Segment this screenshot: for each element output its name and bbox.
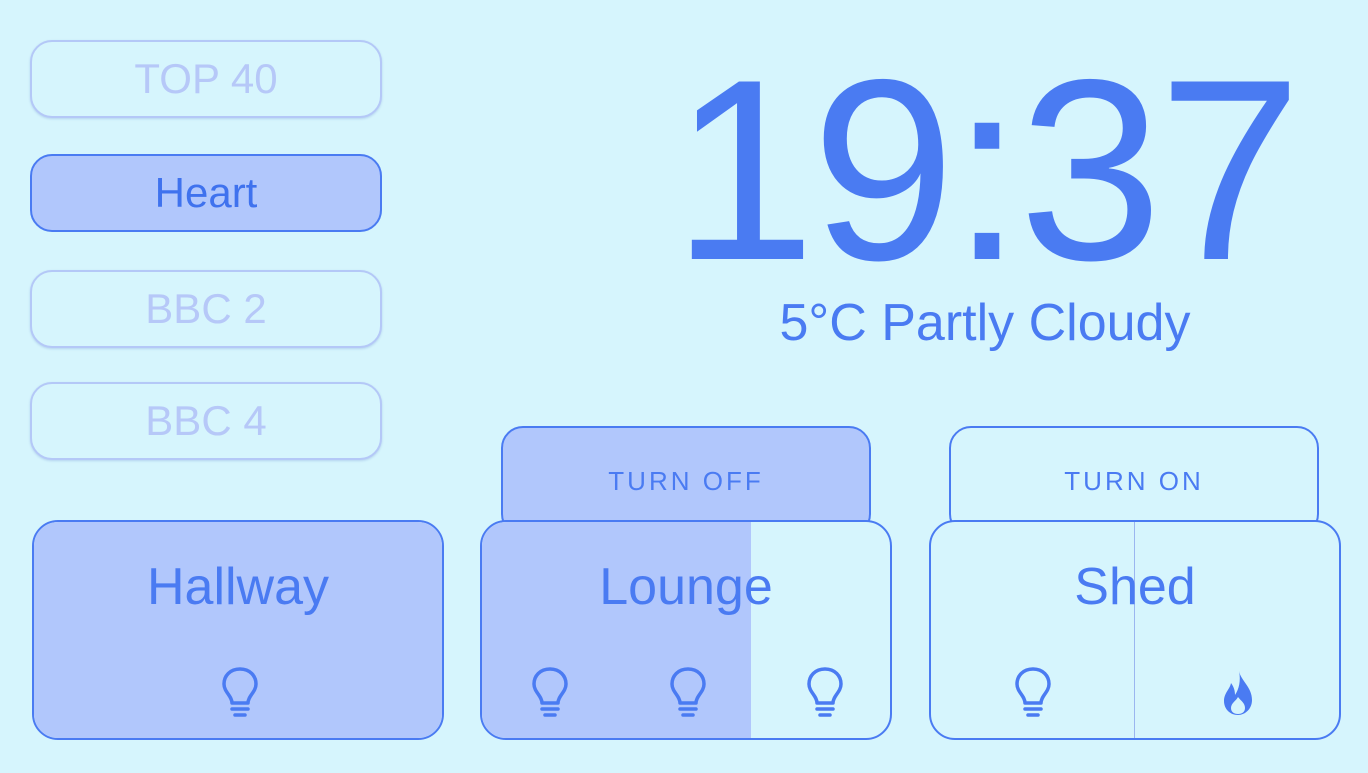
room-label: Shed bbox=[1074, 558, 1196, 616]
room-card-shed[interactable]: Shed bbox=[929, 520, 1341, 740]
station-button-heart[interactable]: Heart bbox=[30, 154, 382, 232]
station-label: BBC 2 bbox=[145, 285, 267, 332]
flame-icon[interactable] bbox=[1218, 665, 1258, 721]
station-button-top40[interactable]: TOP 40 bbox=[30, 40, 382, 118]
station-button-bbc2[interactable]: BBC 2 bbox=[30, 270, 382, 348]
room-label: Hallway bbox=[146, 558, 330, 616]
room-card-hallway[interactable]: Hallway bbox=[32, 520, 444, 740]
light-bulb-icon[interactable] bbox=[668, 665, 708, 721]
room-label: Lounge bbox=[599, 558, 773, 616]
light-bulb-icon[interactable] bbox=[220, 665, 260, 721]
room-card-lounge[interactable]: Lounge bbox=[480, 520, 892, 740]
clock-time: 19:37 bbox=[672, 25, 1302, 314]
station-label: TOP 40 bbox=[134, 55, 278, 102]
light-bulb-icon[interactable] bbox=[805, 665, 845, 721]
station-label: Heart bbox=[154, 169, 258, 216]
weather-status: 5°C Partly Cloudy bbox=[779, 294, 1191, 352]
station-label: BBC 4 bbox=[145, 397, 267, 444]
station-button-bbc4[interactable]: BBC 4 bbox=[30, 382, 382, 460]
light-bulb-icon[interactable] bbox=[1013, 665, 1053, 721]
light-bulb-icon[interactable] bbox=[530, 665, 570, 721]
